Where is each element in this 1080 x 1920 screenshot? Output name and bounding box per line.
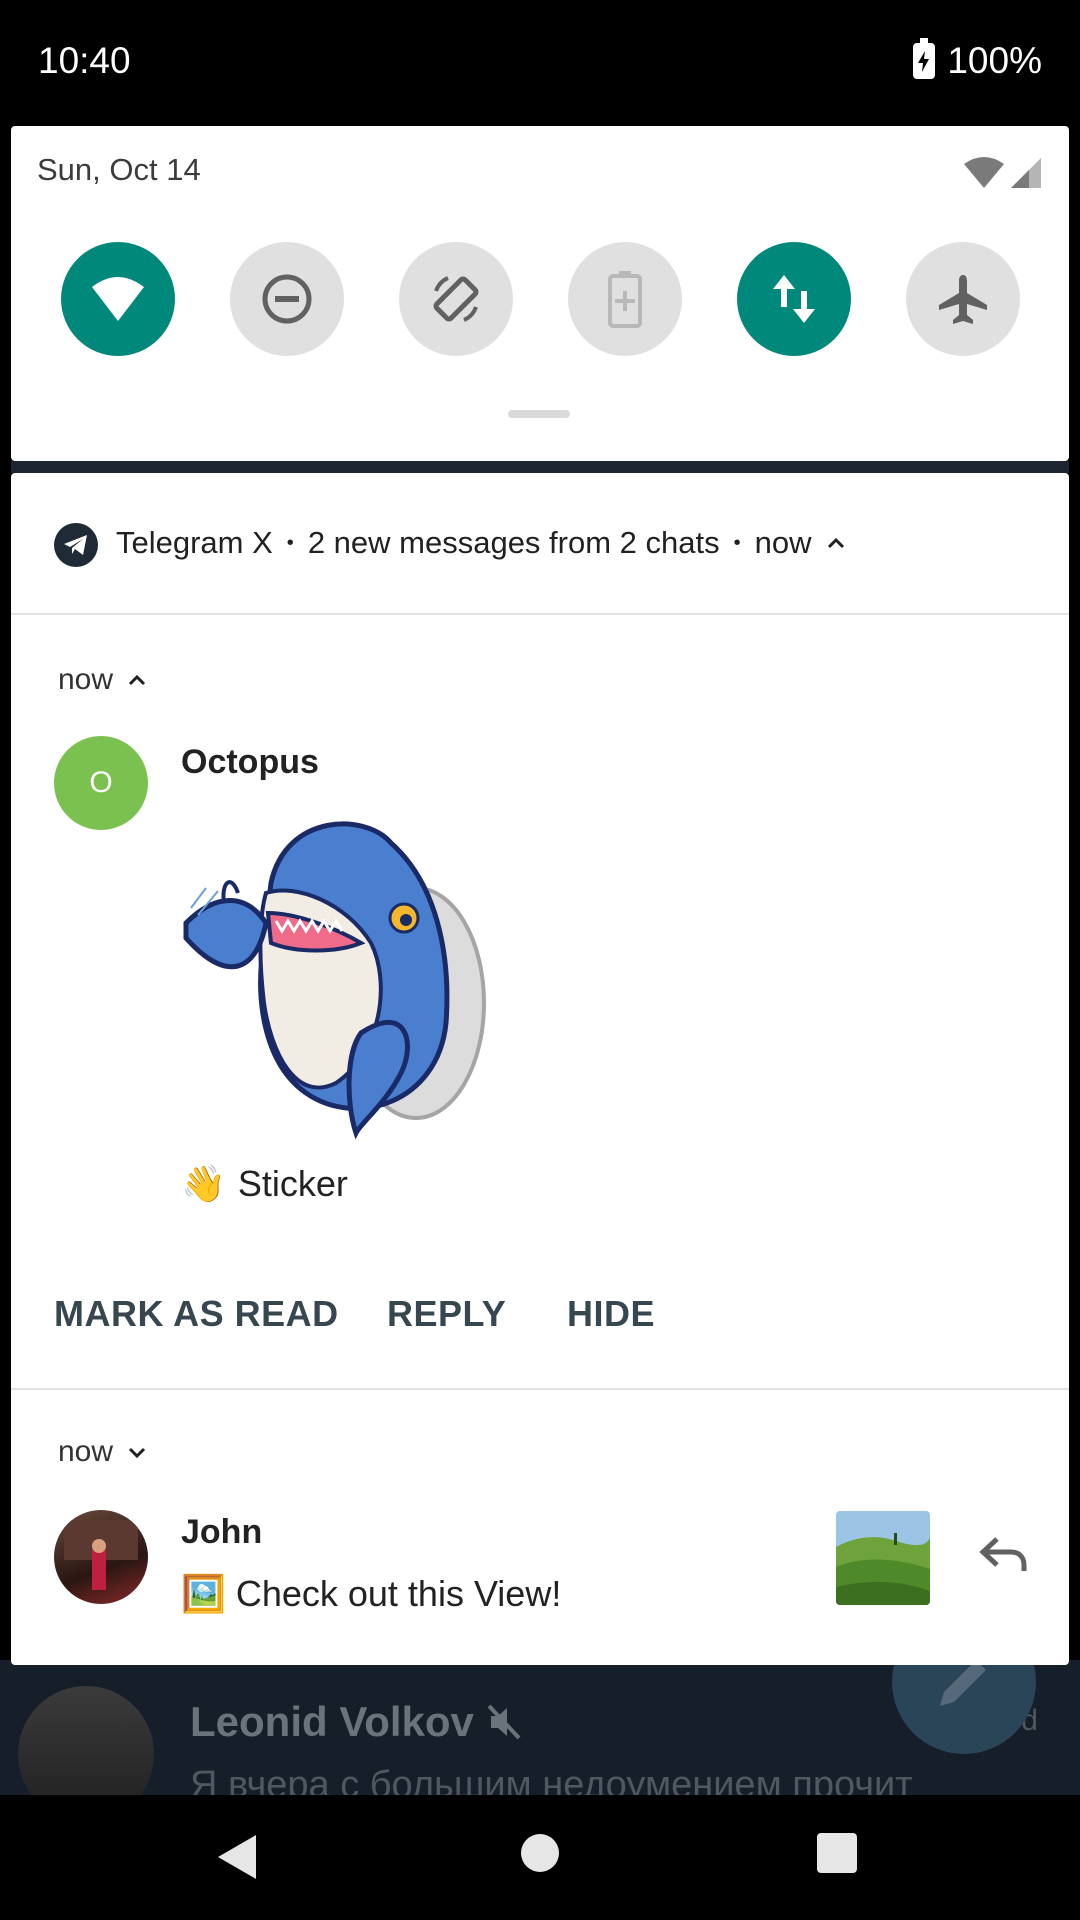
wifi-signal-icon bbox=[964, 157, 1004, 188]
shark-sticker-image bbox=[183, 821, 486, 1140]
do-not-disturb-tile[interactable] bbox=[230, 242, 344, 356]
message-time-text: now bbox=[58, 1435, 114, 1468]
quick-settings-drag-handle[interactable] bbox=[508, 410, 570, 418]
status-right: 100% bbox=[913, 38, 1042, 82]
background-peek-strip bbox=[11, 461, 1069, 473]
message-text-label: Sticker bbox=[237, 1163, 348, 1204]
status-bar: 10:40 100% bbox=[0, 0, 1080, 125]
mark-as-read-button[interactable]: MARK AS READ bbox=[54, 1293, 339, 1335]
airplane-icon bbox=[939, 275, 987, 324]
recents-button[interactable] bbox=[817, 1833, 857, 1873]
background-chat-avatar bbox=[18, 1686, 154, 1795]
navigation-bar bbox=[0, 1795, 1080, 1920]
reply-icon[interactable] bbox=[979, 1535, 1029, 1580]
notification-time: now bbox=[754, 525, 812, 560]
chevron-up-icon bbox=[128, 674, 146, 686]
separator-dot: • bbox=[733, 531, 741, 554]
telegram-notification[interactable]: Telegram X • 2 new messages from 2 chats… bbox=[11, 473, 1069, 1665]
sender-name: Octopus bbox=[181, 743, 319, 781]
battery-charging-icon bbox=[913, 38, 936, 79]
do-not-disturb-icon bbox=[262, 274, 312, 324]
muted-icon bbox=[487, 1702, 523, 1751]
quick-settings-panel: Sun, Oct 14 bbox=[11, 126, 1069, 461]
reply-button[interactable]: REPLY bbox=[387, 1293, 506, 1335]
mobile-data-tile[interactable] bbox=[737, 242, 851, 356]
quick-settings-date: Sun, Oct 14 bbox=[37, 152, 201, 187]
airplane-mode-tile[interactable] bbox=[906, 242, 1020, 356]
auto-rotate-tile[interactable] bbox=[399, 242, 513, 356]
divider bbox=[11, 1388, 1069, 1390]
avatar-letter: O bbox=[89, 766, 113, 799]
data-transfer-icon bbox=[773, 275, 815, 323]
message-time[interactable]: now bbox=[58, 663, 147, 697]
quick-settings-tiles bbox=[61, 242, 1031, 358]
notification-header[interactable]: Telegram X • 2 new messages from 2 chats… bbox=[11, 473, 1069, 613]
chevron-down-icon bbox=[128, 1447, 146, 1459]
picture-icon: 🖼️ bbox=[181, 1573, 226, 1614]
qs-status-icons bbox=[963, 156, 1043, 190]
telegram-app-icon bbox=[54, 523, 98, 567]
status-time: 10:40 bbox=[38, 40, 131, 81]
wifi-tile[interactable] bbox=[61, 242, 175, 356]
message-text-label: Check out this View! bbox=[235, 1573, 562, 1614]
chevron-up-icon[interactable] bbox=[826, 536, 846, 550]
waving-hand-icon: 👋 bbox=[181, 1163, 226, 1204]
notification-summary: 2 new messages from 2 chats bbox=[307, 525, 720, 560]
app-name: Telegram X bbox=[116, 525, 273, 560]
wifi-icon bbox=[92, 277, 144, 321]
separator-dot: • bbox=[286, 531, 294, 554]
message-text: 👋 Sticker bbox=[181, 1163, 348, 1205]
battery-saver-tile[interactable] bbox=[568, 242, 682, 356]
battery-saver-icon bbox=[608, 271, 642, 328]
avatar: O bbox=[54, 736, 148, 830]
message-time-text: now bbox=[58, 663, 114, 696]
cell-signal-icon bbox=[1011, 158, 1041, 188]
sender-name: John bbox=[181, 1513, 263, 1551]
notification-header-text: Telegram X • 2 new messages from 2 chats… bbox=[116, 525, 846, 561]
photo-thumbnail[interactable] bbox=[836, 1511, 930, 1605]
hide-button[interactable]: HIDE bbox=[567, 1293, 655, 1335]
home-button[interactable] bbox=[521, 1834, 559, 1872]
back-button[interactable] bbox=[218, 1835, 256, 1879]
avatar bbox=[54, 1510, 148, 1604]
divider bbox=[11, 613, 1069, 615]
battery-percent: 100% bbox=[947, 40, 1042, 81]
auto-rotate-icon bbox=[433, 276, 479, 322]
background-chat-preview: Я вчера с большим недоумением прочит bbox=[190, 1764, 913, 1795]
message-time[interactable]: now bbox=[58, 1435, 147, 1469]
message-text: 🖼️ Check out this View! bbox=[181, 1573, 561, 1615]
background-chat-name: Leonid Volkov bbox=[190, 1698, 474, 1745]
